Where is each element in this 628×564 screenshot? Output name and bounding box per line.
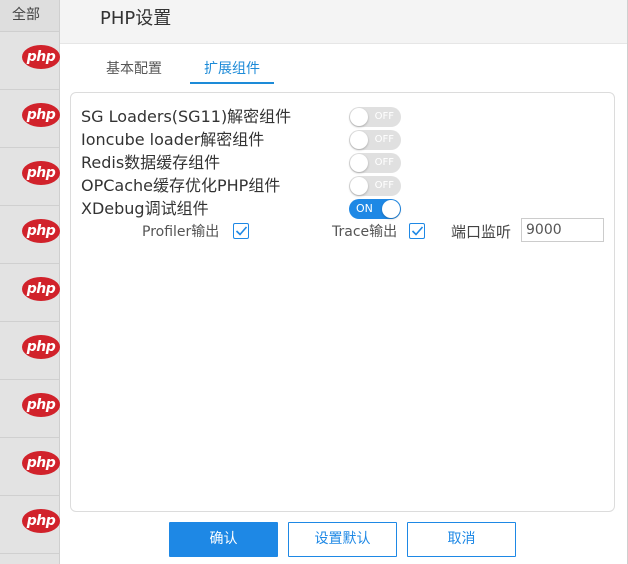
- toggle-state-text: OFF: [374, 180, 394, 191]
- tab-extensions[interactable]: 扩展组件: [190, 58, 274, 84]
- list-item[interactable]: php: [0, 322, 60, 380]
- toggle-state-text: OFF: [374, 111, 394, 122]
- extensions-panel: SG Loaders(SG11)解密组件 OFF Ioncube loader解…: [70, 92, 615, 512]
- toggle-knob: [382, 200, 400, 218]
- checkmark-icon: [411, 226, 424, 236]
- port-input[interactable]: [521, 218, 604, 242]
- toggle-knob: [350, 177, 368, 195]
- php-logo-icon: php: [22, 393, 60, 417]
- option-redis: Redis数据缓存组件 OFF: [81, 151, 411, 174]
- option-label: OPCache缓存优化PHP组件: [81, 176, 281, 195]
- tab-bar: 基本配置 扩展组件: [60, 44, 628, 84]
- dialog-title: PHP设置: [60, 0, 627, 44]
- background-site-list: 全部 php php php php php php php php php: [0, 0, 60, 564]
- list-item[interactable]: php: [0, 264, 60, 322]
- list-item[interactable]: php: [0, 206, 60, 264]
- php-logo-icon: php: [22, 451, 60, 475]
- profiler-output-label: Profiler输出: [142, 224, 220, 240]
- toggle-state-text: ON: [356, 202, 373, 215]
- ioncube-toggle[interactable]: OFF: [349, 130, 401, 150]
- php-logo-icon: php: [22, 335, 60, 359]
- option-label: Ioncube loader解密组件: [81, 130, 265, 149]
- option-label: SG Loaders(SG11)解密组件: [81, 107, 292, 126]
- opcache-toggle[interactable]: OFF: [349, 176, 401, 196]
- profiler-output-checkbox[interactable]: [233, 223, 249, 239]
- php-logo-icon: php: [22, 509, 60, 533]
- option-label: Redis数据缓存组件: [81, 153, 221, 172]
- list-item[interactable]: php: [0, 90, 60, 148]
- list-item[interactable]: php: [0, 32, 60, 90]
- redis-toggle[interactable]: OFF: [349, 153, 401, 173]
- list-item[interactable]: php: [0, 380, 60, 438]
- list-header-all[interactable]: 全部: [0, 0, 59, 32]
- php-logo-icon: php: [22, 277, 60, 301]
- php-logo-icon: php: [22, 103, 60, 127]
- option-opcache: OPCache缓存优化PHP组件 OFF: [81, 174, 411, 197]
- toggle-knob: [350, 154, 368, 172]
- toggle-state-text: OFF: [374, 157, 394, 168]
- option-ioncube: Ioncube loader解密组件 OFF: [81, 128, 411, 151]
- toggle-knob: [350, 108, 368, 126]
- list-item[interactable]: php: [0, 438, 60, 496]
- checkmark-icon: [235, 226, 248, 236]
- sg-loaders-toggle[interactable]: OFF: [349, 107, 401, 127]
- option-xdebug: XDebug调试组件 ON: [81, 197, 411, 220]
- set-default-button[interactable]: 设置默认: [288, 522, 397, 557]
- php-settings-dialog: PHP设置 基本配置 扩展组件 SG Loaders(SG11)解密组件 OFF…: [60, 0, 628, 564]
- php-logo-icon: php: [22, 161, 60, 185]
- xdebug-toggle[interactable]: ON: [349, 199, 401, 219]
- toggle-state-text: OFF: [374, 134, 394, 145]
- option-sg-loaders: SG Loaders(SG11)解密组件 OFF: [81, 105, 411, 128]
- toggle-knob: [350, 131, 368, 149]
- tab-basic-config[interactable]: 基本配置: [104, 58, 164, 82]
- php-logo-icon: php: [22, 45, 60, 69]
- confirm-button[interactable]: 确认: [169, 522, 278, 557]
- option-label: XDebug调试组件: [81, 199, 209, 218]
- trace-output-label: Trace输出: [332, 224, 398, 240]
- trace-output-checkbox[interactable]: [409, 223, 425, 239]
- list-item[interactable]: php: [0, 148, 60, 206]
- port-listen-label: 端口监听: [451, 223, 512, 241]
- php-logo-icon: php: [22, 219, 60, 243]
- list-item[interactable]: php: [0, 496, 60, 554]
- cancel-button[interactable]: 取消: [407, 522, 516, 557]
